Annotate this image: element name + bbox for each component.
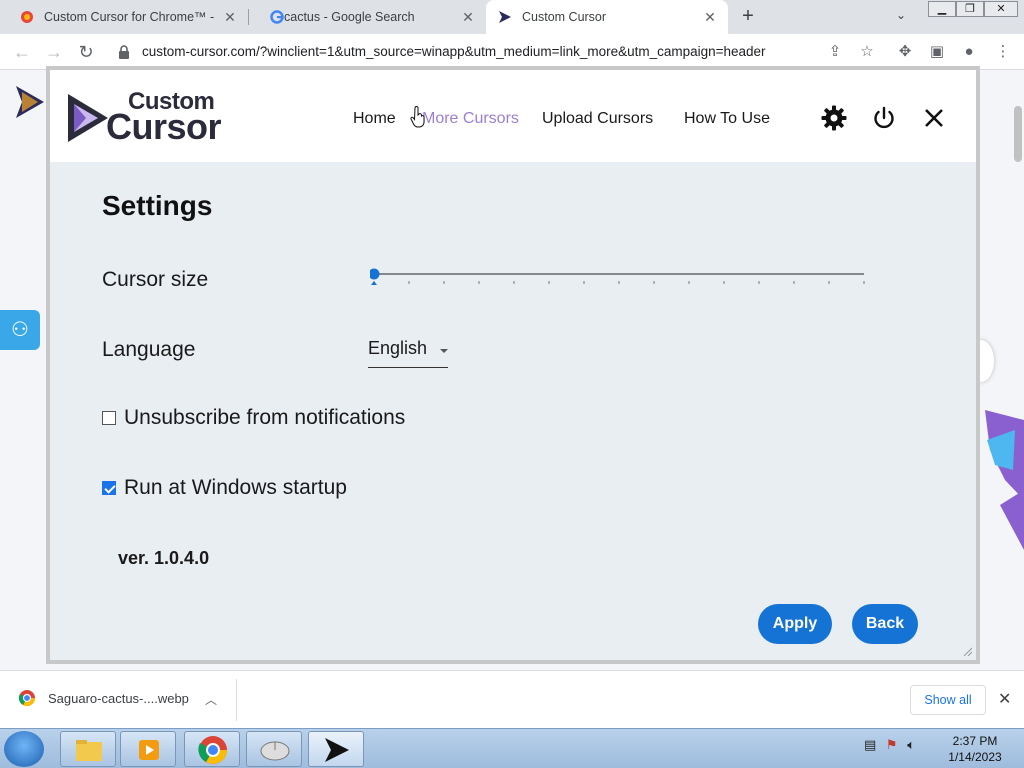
startup-row[interactable]: Run at Windows startup bbox=[102, 476, 347, 500]
apply-button[interactable]: Apply bbox=[758, 604, 832, 644]
popup-header: Custom Cursor Home More Cursors Upload C… bbox=[50, 70, 976, 162]
cursor-size-label: Cursor size bbox=[102, 268, 209, 291]
flag-icon[interactable]: ⚑ bbox=[886, 737, 898, 752]
chevron-up-icon[interactable]: ︿ bbox=[205, 691, 217, 708]
webstore-icon bbox=[21, 11, 33, 23]
unsubscribe-label: Unsubscribe from notifications bbox=[124, 406, 406, 429]
chrome-file-icon bbox=[18, 690, 36, 707]
mouse-app-taskbar-icon[interactable] bbox=[246, 731, 302, 767]
tab-custom-cursor[interactable]: Custom Cursor ✕ bbox=[486, 0, 728, 34]
language-label: Language bbox=[102, 338, 196, 361]
close-icon[interactable] bbox=[920, 104, 948, 132]
page-scrollbar[interactable] bbox=[1014, 106, 1022, 162]
address-bar[interactable]: custom-cursor.com/?winclient=1&utm_sourc… bbox=[110, 39, 820, 65]
nav-more-cursors[interactable]: More Cursors bbox=[422, 110, 519, 128]
hand-pointer-icon bbox=[410, 106, 425, 128]
close-icon[interactable]: ✕ bbox=[460, 9, 476, 25]
cursor-size-slider[interactable] bbox=[370, 268, 870, 292]
share-icon[interactable]: ⇪ bbox=[826, 43, 844, 61]
nav-home[interactable]: Home bbox=[353, 110, 396, 128]
resize-grip-icon[interactable] bbox=[962, 646, 972, 656]
startup-checkbox[interactable] bbox=[102, 481, 116, 495]
browser-toolbar: ← → ↻ custom-cursor.com/?winclient=1&utm… bbox=[0, 34, 1024, 70]
page-title: Settings bbox=[102, 190, 213, 221]
mouse-icon bbox=[260, 741, 290, 761]
back-button[interactable]: Back bbox=[852, 604, 918, 644]
volume-icon[interactable]: 🔈︎ bbox=[907, 737, 915, 752]
clock[interactable]: 2:37 PM 1/14/2023 bbox=[940, 733, 1010, 765]
tab-custom-cursor-chrome[interactable]: Custom Cursor for Chrome™ - Cl ✕ bbox=[0, 0, 248, 34]
network-icon[interactable]: ▤ bbox=[864, 737, 876, 752]
chrome-taskbar-icon[interactable] bbox=[184, 731, 240, 767]
download-file-name: Saguaro-cactus-....webp bbox=[48, 690, 189, 706]
clock-date: 1/14/2023 bbox=[948, 750, 1002, 764]
site-logo-icon bbox=[16, 86, 44, 118]
unsubscribe-checkbox[interactable] bbox=[102, 411, 116, 425]
background-artwork bbox=[985, 410, 1024, 550]
tab-title: cactus - Google Search bbox=[284, 10, 415, 24]
custom-cursor-icon bbox=[499, 11, 511, 23]
forward-arrow-icon[interactable]: → bbox=[44, 42, 64, 62]
maximize-button[interactable]: ❐ bbox=[956, 1, 984, 17]
start-button[interactable] bbox=[4, 731, 44, 767]
close-window-button[interactable]: ✕ bbox=[984, 1, 1018, 17]
gear-icon[interactable] bbox=[820, 104, 848, 132]
show-all-button[interactable]: Show all bbox=[910, 685, 986, 715]
lock-icon bbox=[119, 45, 129, 59]
tab-separator bbox=[248, 9, 249, 25]
back-arrow-icon[interactable]: ← bbox=[12, 42, 32, 62]
tab-search-chevron-icon[interactable]: ⌄ bbox=[896, 8, 906, 22]
slider-thumb[interactable] bbox=[370, 268, 380, 280]
explorer-taskbar-icon[interactable] bbox=[60, 731, 116, 767]
tab-strip: Custom Cursor for Chrome™ - Cl ✕ cactus … bbox=[0, 0, 1024, 34]
slider-marker bbox=[371, 281, 377, 285]
unsubscribe-row[interactable]: Unsubscribe from notifications bbox=[102, 406, 405, 430]
custom-cursor-settings-window: Custom Cursor Home More Cursors Upload C… bbox=[46, 66, 980, 664]
logo-text-bottom: Cursor bbox=[106, 106, 222, 147]
reload-icon[interactable]: ↻ bbox=[76, 42, 96, 62]
tab-cactus-search[interactable]: cactus - Google Search ✕ bbox=[250, 0, 486, 34]
folder-icon bbox=[76, 740, 102, 761]
extensions-puzzle-icon[interactable]: ✥ bbox=[896, 43, 914, 61]
custom-cursor-icon bbox=[325, 738, 349, 762]
minimize-button[interactable]: ▁ bbox=[928, 1, 956, 17]
chevron-down-icon bbox=[440, 349, 448, 353]
close-icon[interactable]: ✕ bbox=[702, 9, 718, 25]
custom-cursor-taskbar-icon[interactable] bbox=[308, 731, 364, 767]
tab-title: Custom Cursor for Chrome™ - Cl bbox=[44, 10, 214, 24]
profile-avatar-icon[interactable]: ● bbox=[960, 43, 978, 61]
cursor-logo-icon bbox=[68, 94, 108, 142]
media-player-taskbar-icon[interactable] bbox=[120, 731, 176, 767]
power-icon[interactable] bbox=[870, 104, 898, 132]
media-player-icon bbox=[139, 740, 159, 760]
tab-title: Custom Cursor bbox=[522, 10, 607, 24]
google-icon bbox=[270, 10, 284, 24]
nav-upload-cursors[interactable]: Upload Cursors bbox=[542, 110, 653, 128]
chrome-icon bbox=[198, 736, 227, 764]
system-tray: ▤ ⚑ 🔈︎ bbox=[864, 737, 915, 753]
version-text: ver. 1.0.4.0 bbox=[118, 548, 210, 568]
url-text: custom-cursor.com/?winclient=1&utm_sourc… bbox=[142, 44, 766, 59]
new-tab-button[interactable]: + bbox=[738, 6, 758, 26]
nav-how-to-use[interactable]: How To Use bbox=[684, 110, 770, 128]
custom-cursor-logo: Custom Cursor bbox=[66, 88, 246, 148]
download-item[interactable]: Saguaro-cactus-....webp bbox=[18, 689, 189, 707]
bookmark-star-icon[interactable]: ☆ bbox=[858, 43, 876, 61]
startup-label: Run at Windows startup bbox=[124, 476, 347, 499]
divider bbox=[236, 679, 237, 721]
community-widget-icon[interactable]: ⚇ bbox=[0, 310, 40, 350]
close-icon[interactable]: ✕ bbox=[998, 689, 1011, 709]
menu-kebab-icon[interactable]: ⋮ bbox=[994, 43, 1012, 61]
windows-taskbar: ▤ ⚑ 🔈︎ 2:37 PM 1/14/2023 bbox=[0, 728, 1024, 768]
close-icon[interactable]: ✕ bbox=[222, 9, 238, 25]
side-panel-icon[interactable]: ▣ bbox=[928, 43, 946, 61]
download-bar: Saguaro-cactus-....webp ︿ Show all ✕ bbox=[0, 670, 1024, 728]
clock-time: 2:37 PM bbox=[952, 734, 998, 748]
language-select[interactable]: English bbox=[368, 338, 448, 368]
language-selected-value: English bbox=[368, 338, 428, 358]
